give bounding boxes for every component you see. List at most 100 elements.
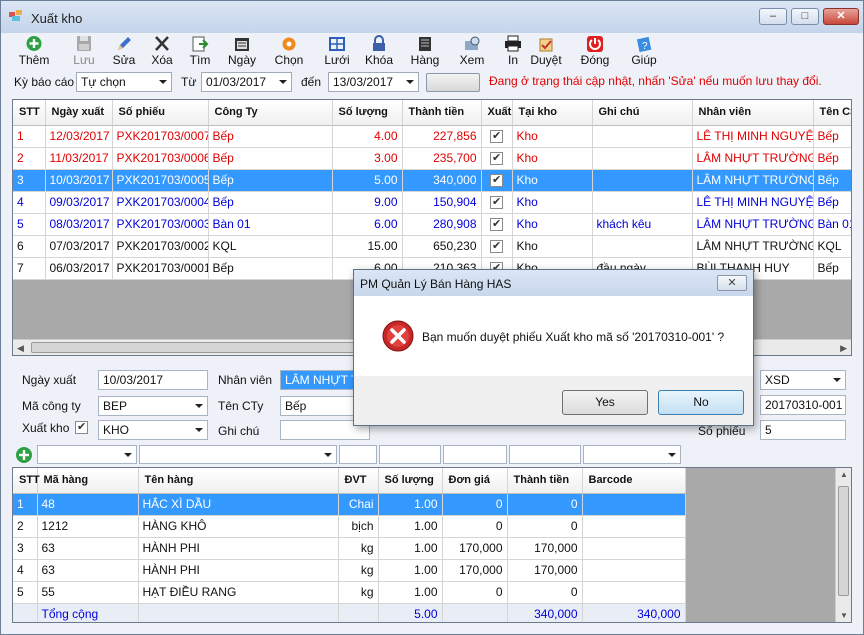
detail-unit-field[interactable] <box>339 445 377 464</box>
exported-checkbox[interactable] <box>490 195 503 210</box>
detail-col-header[interactable]: Barcode <box>582 468 686 494</box>
detail-name-select[interactable] <box>139 445 337 464</box>
cell-cs: KQL <box>813 235 851 258</box>
master-col-header[interactable]: Tên CS <box>813 100 851 126</box>
detail-col-header[interactable]: ĐVT <box>338 468 379 494</box>
detail-amount-field[interactable] <box>509 445 581 464</box>
scroll-thumb[interactable] <box>838 486 849 596</box>
table-row[interactable]: 409/03/2017PXK201703/0004Bếp9.00150,904K… <box>13 191 851 214</box>
scroll-right-icon[interactable]: ▶ <box>840 343 847 354</box>
detail-col-header[interactable]: Mã hàng <box>37 468 139 494</box>
close-button[interactable]: ✕ <box>823 8 859 25</box>
master-col-header[interactable]: Công Ty <box>208 100 333 126</box>
toolbar-grid-button[interactable]: Lưới <box>317 35 357 69</box>
svg-text:?: ? <box>642 41 648 52</box>
vertical-scrollbar[interactable]: ▲ ▼ <box>835 468 851 622</box>
master-col-header[interactable]: Thành tiền <box>402 100 482 126</box>
cell-cs: Bàn 01 <box>813 213 851 236</box>
detail-price-field[interactable] <box>443 445 507 464</box>
toolbar-calendar-button[interactable]: Ngày <box>222 35 262 69</box>
cell-qty: 1.00 <box>378 515 443 538</box>
export-store-select[interactable]: KHO <box>98 420 208 440</box>
detail-col-header[interactable]: Đơn giá <box>442 468 508 494</box>
detail-barcode-select[interactable] <box>583 445 681 464</box>
filter-apply-button[interactable] <box>426 73 480 92</box>
toolbar-goods-button[interactable]: Hàng <box>405 35 445 69</box>
export-date-field[interactable]: 10/03/2017 <box>98 370 208 390</box>
toolbar-preview-button[interactable]: Xem <box>452 35 492 69</box>
toolbar-lock-button[interactable]: Khóa <box>359 35 399 69</box>
exported-checkbox[interactable] <box>490 151 503 166</box>
add-row-icon[interactable] <box>15 446 33 464</box>
exported-checkbox[interactable] <box>490 217 503 232</box>
company-code-label: Mã công ty <box>22 399 81 413</box>
company-code-select[interactable]: BEP <box>98 396 208 416</box>
table-row[interactable]: 5 55 HẠT ĐIỀU RANG kg 1.00 0 0 <box>13 581 686 604</box>
toolbar-label: Sửa <box>112 53 136 67</box>
voucher-code-field[interactable]: 20170310-001 <box>760 395 846 415</box>
master-col-header[interactable]: Tại kho <box>512 100 593 126</box>
toolbar-delete-button[interactable]: Xóa <box>142 35 182 69</box>
period-select[interactable]: Tự chọn <box>76 72 172 92</box>
master-col-header[interactable]: Nhân viên <box>692 100 814 126</box>
toolbar-approve-button[interactable]: Duyệt <box>526 35 566 69</box>
toolbar-power-button[interactable]: Đóng <box>575 35 615 69</box>
detail-qty-field[interactable] <box>379 445 441 464</box>
scroll-up-icon[interactable]: ▲ <box>840 470 848 479</box>
detail-col-header[interactable]: Thành tiền <box>507 468 583 494</box>
cell-qty: 1.00 <box>378 559 443 582</box>
master-col-header[interactable]: STT <box>13 100 46 126</box>
no-button[interactable]: No <box>658 390 744 415</box>
table-row[interactable]: 2 1212 HÀNG KHÔ bịch 1.00 0 0 <box>13 515 686 538</box>
master-col-header[interactable]: Số phiếu <box>112 100 209 126</box>
master-col-header[interactable]: Xuất <box>481 100 513 126</box>
main-window: Xuất kho – □ ✕ Thêm Lưu Sửa Xóa Tìm Ngày Chọn L… <box>0 0 864 635</box>
table-row[interactable]: 6 07/03/2017 PXK201703/0002 KQL 15.00 650,230… <box>13 235 851 258</box>
toolbar-search-button[interactable]: Tìm <box>180 35 220 69</box>
dialog-close-button[interactable]: ✕ <box>717 275 747 291</box>
table-row[interactable]: 112/03/2017PXK201703/0007Bếp4.00227,856K… <box>13 125 851 148</box>
scroll-down-icon[interactable]: ▼ <box>840 611 848 620</box>
master-col-header[interactable]: Ngày xuất <box>45 100 113 126</box>
table-row[interactable]: 310/03/2017PXK201703/0005Bếp5.00340,000K… <box>13 169 851 192</box>
to-date-picker[interactable]: 13/03/2017 <box>328 72 419 92</box>
cell-company: Bếp <box>208 147 333 170</box>
title-bar: Xuất kho – □ ✕ <box>1 1 863 33</box>
cell-barcode <box>582 581 686 604</box>
maximize-button[interactable]: □ <box>791 8 819 25</box>
toolbar-help-button[interactable]: ? Giúp <box>624 35 664 69</box>
detail-code-select[interactable] <box>37 445 137 464</box>
exported-checkbox[interactable] <box>490 129 503 144</box>
detail-col-header[interactable]: STT <box>13 468 40 494</box>
master-col-header[interactable]: Ghi chú <box>592 100 693 126</box>
toolbar-save-button[interactable]: Lưu <box>64 35 104 69</box>
table-row[interactable]: 1 48 HẮC XÌ DẦU Chai 1.00 0 0 <box>13 493 686 516</box>
table-row[interactable]: 211/03/2017PXK201703/0006Bếp3.00235,700K… <box>13 147 851 170</box>
table-row[interactable]: 4 63 HÀNH PHI kg 1.00 170,000 170,000 <box>13 559 686 582</box>
scroll-left-icon[interactable]: ◀ <box>17 343 24 354</box>
toolbar-edit-button[interactable]: Sửa <box>104 35 144 69</box>
detail-col-header[interactable]: Số lượng <box>378 468 443 494</box>
table-row[interactable]: 5 08/03/2017 PXK201703/0003 Bàn 01 6.00 280,9… <box>13 213 851 236</box>
table-row[interactable]: 3 63 HÀNH PHI kg 1.00 170,000 170,000 <box>13 537 686 560</box>
master-col-header[interactable]: Số lượng <box>332 100 403 126</box>
cell-name: HẠT ĐIỀU RANG <box>138 581 339 604</box>
cell-amount: 0 <box>507 493 583 516</box>
cell-cs: Bếp <box>813 257 851 280</box>
detail-col-header[interactable]: Tên hàng <box>138 468 339 494</box>
from-date-picker[interactable]: 01/03/2017 <box>201 72 292 92</box>
voucher-type-select[interactable]: XSD <box>760 370 846 390</box>
exported-checkbox[interactable] <box>490 173 503 188</box>
detail-grid[interactable]: STT Mã hàng Tên hàng ĐVT Số lượng Đơn giá Thàn… <box>12 467 852 623</box>
toolbar-label: Giúp <box>631 53 657 67</box>
toolbar-select-gear-button[interactable]: Chọn <box>269 35 309 69</box>
cell-unit: kg <box>338 559 379 582</box>
export-store-checkbox[interactable] <box>75 420 88 434</box>
slip-count-field[interactable]: 5 <box>760 420 846 440</box>
detail-input-row <box>12 444 684 466</box>
yes-button[interactable]: Yes <box>562 390 648 415</box>
toolbar-add-button[interactable]: Thêm <box>14 35 54 69</box>
exported-checkbox[interactable] <box>490 239 503 254</box>
calendar-dropdown-icon <box>279 80 287 84</box>
minimize-button[interactable]: – <box>759 8 787 25</box>
